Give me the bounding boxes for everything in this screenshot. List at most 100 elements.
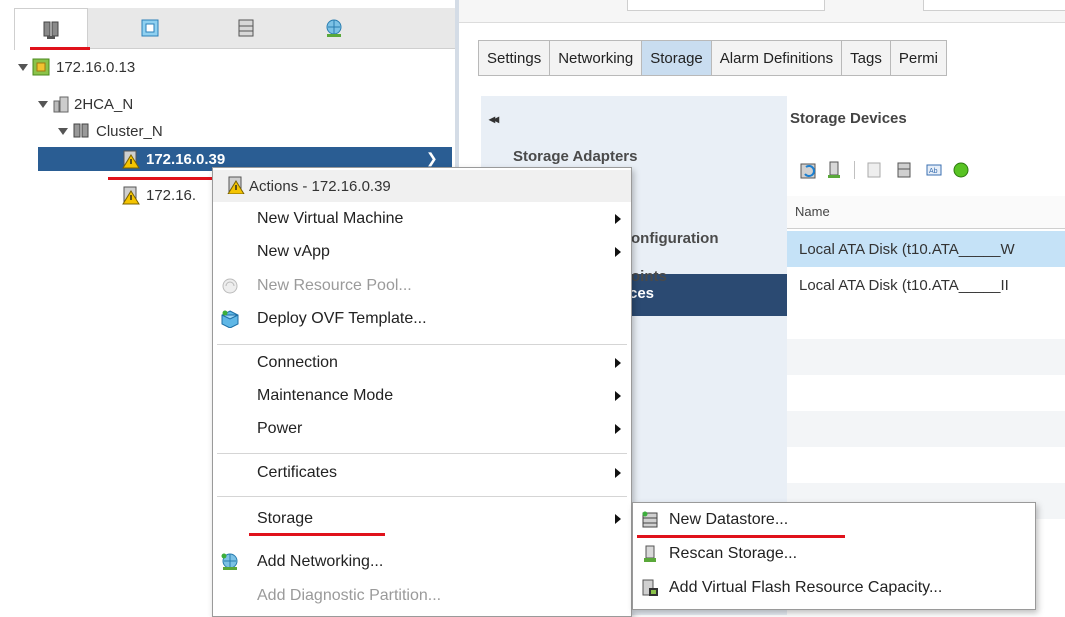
host-warning-icon xyxy=(227,176,245,194)
menu-item-label: Certificates xyxy=(257,464,338,481)
tree-label: 172.16.0.39 xyxy=(146,150,226,168)
menu-item-storage[interactable]: Storage xyxy=(213,504,631,534)
submenu-arrow-icon xyxy=(615,247,621,257)
menu-item-label: Maintenance Mode xyxy=(257,387,394,404)
navigator-tabs xyxy=(14,8,455,50)
menu-separator xyxy=(217,496,627,497)
tree-item-datacenter[interactable]: 2HCA_N xyxy=(38,92,133,116)
tab-hosts-clusters[interactable] xyxy=(14,8,88,50)
menu-item-deploy-ovf[interactable]: Deploy OVF Template... xyxy=(213,304,631,334)
menu-item-label: New vApp xyxy=(257,243,330,260)
table-row-empty xyxy=(787,411,1065,447)
column-header-name[interactable]: Name xyxy=(795,204,830,219)
tab-storage-object[interactable]: Storage xyxy=(641,40,711,76)
scroll-chevron-icon: ❯ xyxy=(426,150,438,166)
tree-label: 2HCA_N xyxy=(74,95,134,113)
menu-item-new-vapp[interactable]: New vApp xyxy=(213,237,631,267)
detach-icon xyxy=(867,162,881,178)
rescan-icon[interactable] xyxy=(826,161,844,179)
table-row[interactable]: Local ATA Disk (t10.ATA_____II xyxy=(787,267,1065,303)
submenu-arrow-icon xyxy=(615,358,621,368)
annotation-underline xyxy=(108,177,220,180)
tree-item-host[interactable]: 172.16. xyxy=(122,183,196,207)
menu-item-new-vm[interactable]: New Virtual Machine xyxy=(213,204,631,234)
subnav-endpoints[interactable]: oints xyxy=(631,268,667,285)
menu-item-label: New Datastore... xyxy=(669,511,789,528)
storage-devices-title: Storage Devices xyxy=(790,110,907,127)
expand-triangle-icon xyxy=(38,100,48,108)
menu-header: Actions - 172.16.0.39 xyxy=(213,170,631,202)
submenu-arrow-icon xyxy=(615,468,621,478)
top-strip-segment xyxy=(923,0,1065,11)
devices-table-header: Name xyxy=(787,196,1065,229)
menu-item-label: Add Virtual Flash Resource Capacity... xyxy=(669,579,943,596)
menu-item-label: Rescan Storage... xyxy=(669,545,798,562)
top-strip-segment xyxy=(627,0,825,11)
attach-icon[interactable] xyxy=(896,161,914,179)
menu-item-maintenance-mode[interactable]: Maintenance Mode xyxy=(213,381,631,411)
menu-item-rescan-storage[interactable]: Rescan Storage... xyxy=(633,539,1035,569)
rescan-storage-icon xyxy=(644,545,656,562)
tree-item-vcenter[interactable]: 172.16.0.13 xyxy=(18,55,135,79)
tab-tags[interactable]: Tags xyxy=(841,40,890,76)
storage-submenu: New Datastore... Rescan Storage... Add V… xyxy=(632,502,1036,610)
tab-vms-templates[interactable] xyxy=(114,8,186,48)
collapse-icon[interactable]: ◂◂ xyxy=(489,112,499,126)
menu-item-label: Power xyxy=(257,420,303,437)
menu-header-title: Actions - 172.16.0.39 xyxy=(249,177,391,195)
menu-item-power[interactable]: Power xyxy=(213,414,631,444)
toolbar-separator xyxy=(854,161,855,179)
tab-storage[interactable] xyxy=(210,8,282,48)
subnav-label: ces xyxy=(629,285,655,302)
host-warning-icon xyxy=(122,186,140,205)
turn-on-led-icon[interactable] xyxy=(952,161,970,179)
menu-item-new-datastore[interactable]: New Datastore... xyxy=(633,505,1035,535)
tree-item-cluster[interactable]: Cluster_N xyxy=(58,119,163,143)
submenu-arrow-icon xyxy=(615,424,621,434)
menu-item-label: Add Diagnostic Partition... xyxy=(257,587,442,604)
subnav-configuration[interactable]: onfiguration xyxy=(631,230,718,247)
menu-item-add-networking[interactable]: Add Networking... xyxy=(213,547,631,577)
submenu-arrow-icon xyxy=(615,514,621,524)
storage-icon xyxy=(238,19,254,37)
menu-item-label: Add Networking... xyxy=(257,553,384,570)
tab-networking-object[interactable]: Networking xyxy=(549,40,642,76)
tree-label: Cluster_N xyxy=(96,122,163,140)
menu-separator xyxy=(217,453,627,454)
rename-icon[interactable]: Ab xyxy=(926,161,944,179)
tab-networking[interactable] xyxy=(298,8,370,48)
refresh-icon[interactable] xyxy=(800,161,818,179)
menu-item-add-diagnostic-partition: Add Diagnostic Partition... xyxy=(213,581,631,611)
menu-item-label: Deploy OVF Template... xyxy=(257,310,427,327)
top-strip xyxy=(455,0,1065,23)
menu-item-connection[interactable]: Connection xyxy=(213,348,631,378)
tree-label: 172.16. xyxy=(146,186,197,204)
tab-alarm-definitions[interactable]: Alarm Definitions xyxy=(710,40,842,76)
svg-text:Ab: Ab xyxy=(929,168,938,175)
host-warning-icon xyxy=(122,149,140,173)
menu-item-label: Storage xyxy=(257,510,314,527)
new-datastore-icon xyxy=(642,511,658,528)
annotation-underline xyxy=(30,47,90,50)
menu-item-label: New Virtual Machine xyxy=(257,210,404,227)
subnav-storage-adapters[interactable]: Storage Adapters xyxy=(513,148,637,165)
expand-triangle-icon xyxy=(18,63,28,71)
table-row[interactable]: Local ATA Disk (t10.ATA_____W xyxy=(787,231,1065,267)
tab-settings[interactable]: Settings xyxy=(478,40,550,76)
object-tabs: Settings Networking Storage Alarm Defini… xyxy=(478,40,948,76)
vms-templates-icon xyxy=(141,19,159,37)
menu-item-label: New Resource Pool... xyxy=(257,277,412,294)
cluster-icon xyxy=(73,123,89,138)
submenu-arrow-icon xyxy=(615,214,621,224)
tab-permissions[interactable]: Permi xyxy=(889,40,948,76)
resource-pool-icon xyxy=(222,278,238,294)
menu-item-certificates[interactable]: Certificates xyxy=(213,458,631,488)
submenu-arrow-icon xyxy=(615,391,621,401)
add-networking-icon xyxy=(221,553,238,570)
menu-item-add-virtual-flash[interactable]: Add Virtual Flash Resource Capacity... xyxy=(633,573,1035,603)
table-row-empty xyxy=(787,339,1065,375)
menu-item-label: Connection xyxy=(257,354,338,371)
annotation-underline xyxy=(637,535,845,538)
datacenter-icon xyxy=(53,96,69,113)
actions-context-menu: Actions - 172.16.0.39 New Virtual Machin… xyxy=(212,167,632,617)
